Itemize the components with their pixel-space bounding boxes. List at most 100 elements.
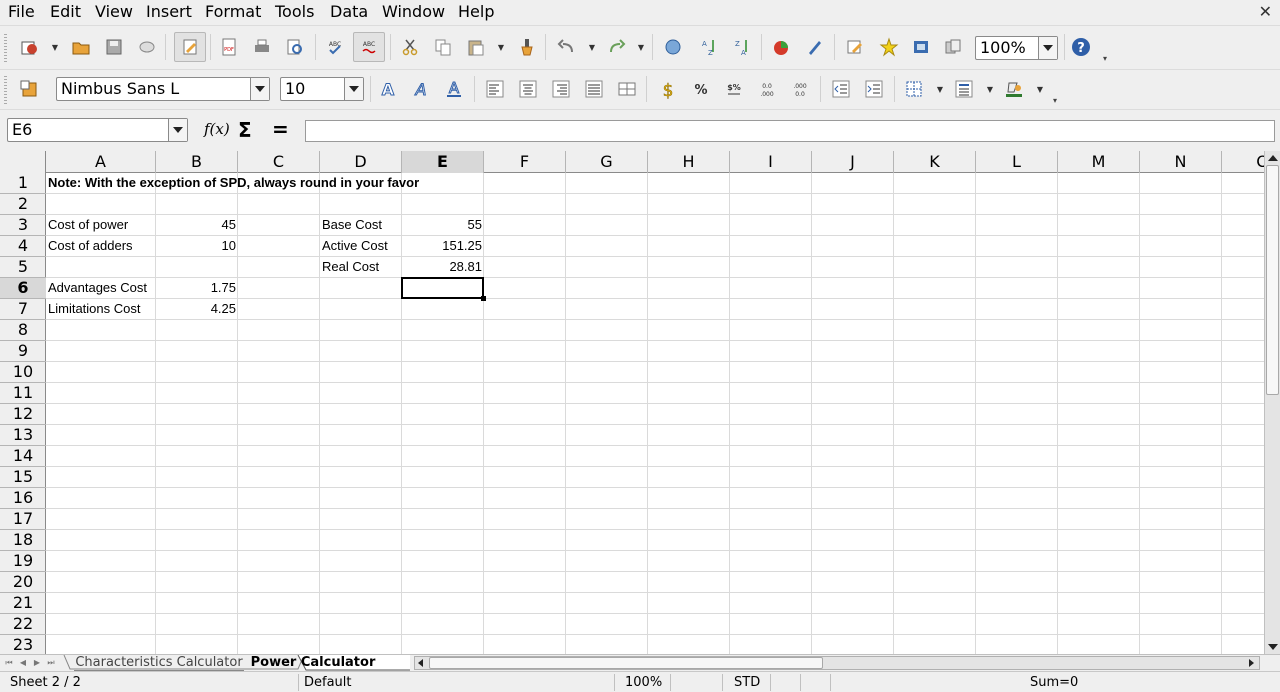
scroll-left-arrow-icon[interactable] <box>418 659 423 667</box>
previous-sheet-icon[interactable]: ◀ <box>18 658 28 668</box>
page-preview-icon[interactable] <box>282 34 308 60</box>
align-left-icon[interactable] <box>482 76 508 102</box>
column-header-h[interactable]: H <box>648 151 730 173</box>
row-header-23[interactable]: 23 <box>0 635 46 654</box>
background-color-icon[interactable] <box>1001 76 1027 102</box>
scroll-down-arrow-icon[interactable] <box>1268 644 1278 650</box>
cell-d3[interactable]: Base Cost <box>320 215 382 235</box>
cell-b3[interactable]: 45 <box>156 215 238 235</box>
edit-file-icon[interactable] <box>174 32 206 62</box>
cell-a7[interactable]: Limitations Cost <box>46 299 140 319</box>
justify-icon[interactable] <box>581 76 607 102</box>
row-header-6[interactable]: 6 <box>0 278 46 299</box>
column-header-a[interactable]: A <box>46 151 156 173</box>
last-sheet-icon[interactable]: ⏭ <box>46 658 56 668</box>
row-header-22[interactable]: 22 <box>0 614 46 635</box>
undo-icon[interactable] <box>554 34 580 60</box>
cell-e3[interactable]: 55 <box>402 215 484 235</box>
formula-input[interactable] <box>305 120 1275 142</box>
close-document-icon[interactable]: ✕ <box>1259 2 1272 21</box>
column-header-n[interactable]: N <box>1140 151 1222 173</box>
active-cell-cursor[interactable] <box>401 277 486 301</box>
row-header-13[interactable]: 13 <box>0 425 46 446</box>
vertical-scrollbar-thumb[interactable] <box>1266 165 1279 395</box>
new-dropdown-icon[interactable]: ▼ <box>50 34 60 60</box>
spellcheck-icon[interactable]: ABC <box>322 34 348 60</box>
help-icon[interactable]: ? <box>1068 34 1094 60</box>
row-header-10[interactable]: 10 <box>0 362 46 383</box>
autospellcheck-icon[interactable]: ABC <box>353 32 385 62</box>
show-draw-functions-icon[interactable] <box>802 34 828 60</box>
redo-icon[interactable] <box>603 34 629 60</box>
borders-icon[interactable] <box>901 76 927 102</box>
row-header-9[interactable]: 9 <box>0 341 46 362</box>
toolbar-grip[interactable] <box>4 76 7 104</box>
toolbar-options-icon[interactable]: ▾ <box>1103 54 1111 68</box>
scroll-right-arrow-icon[interactable] <box>1249 659 1254 667</box>
cell-a1[interactable]: Note: With the exception of SPD, always … <box>46 173 419 193</box>
menu-view[interactable]: View <box>95 3 133 21</box>
menu-file[interactable]: File <box>8 3 35 21</box>
styles-formatting-icon[interactable] <box>16 76 42 102</box>
row-header-8[interactable]: 8 <box>0 320 46 341</box>
zoom-dropdown-arrow-icon[interactable] <box>1038 37 1057 59</box>
next-sheet-icon[interactable]: ▶ <box>32 658 42 668</box>
cell-d4[interactable]: Active Cost <box>320 236 388 256</box>
cell-b6[interactable]: 1.75 <box>156 278 238 298</box>
hyperlink-icon[interactable] <box>660 34 686 60</box>
menu-window[interactable]: Window <box>382 3 445 21</box>
name-box[interactable]: E6 <box>7 118 188 142</box>
decrease-indent-icon[interactable] <box>828 76 854 102</box>
toolbar-grip[interactable] <box>4 34 7 62</box>
background-color-dropdown-icon[interactable]: ▼ <box>1035 76 1045 102</box>
column-header-c[interactable]: C <box>238 151 320 173</box>
vertical-scrollbar[interactable] <box>1264 151 1280 654</box>
column-header-j[interactable]: J <box>812 151 894 173</box>
undo-dropdown-icon[interactable]: ▼ <box>587 34 597 60</box>
redo-dropdown-icon[interactable]: ▼ <box>636 34 646 60</box>
status-zoom[interactable]: 100% <box>625 675 662 691</box>
add-decimal-icon[interactable]: 0.0.000 <box>754 76 780 102</box>
cell-b4[interactable]: 10 <box>156 236 238 256</box>
column-header-f[interactable]: F <box>484 151 566 173</box>
cell-e4[interactable]: 151.25 <box>402 236 484 256</box>
row-header-18[interactable]: 18 <box>0 530 46 551</box>
align-right-icon[interactable] <box>548 76 574 102</box>
function-wizard-icon[interactable]: f(x) <box>204 120 230 138</box>
form-design-icon[interactable] <box>842 34 868 60</box>
percent-format-icon[interactable]: % <box>688 76 714 102</box>
menu-insert[interactable]: Insert <box>146 3 192 21</box>
column-header-e[interactable]: E <box>402 151 484 173</box>
row-header-20[interactable]: 20 <box>0 572 46 593</box>
cell-e5[interactable]: 28.81 <box>402 257 484 277</box>
horizontal-scrollbar[interactable] <box>414 656 1260 670</box>
name-box-dropdown-arrow-icon[interactable] <box>168 119 187 141</box>
select-all-corner[interactable] <box>0 151 46 173</box>
cell-a4[interactable]: Cost of adders <box>46 236 133 256</box>
row-header-21[interactable]: 21 <box>0 593 46 614</box>
row-header-12[interactable]: 12 <box>0 404 46 425</box>
horizontal-scrollbar-thumb[interactable] <box>429 657 823 669</box>
standard-number-format-icon[interactable]: $% <box>721 76 747 102</box>
row-header-16[interactable]: 16 <box>0 488 46 509</box>
merge-cells-icon[interactable] <box>614 76 640 102</box>
menu-format[interactable]: Format <box>205 3 261 21</box>
row-header-2[interactable]: 2 <box>0 194 46 215</box>
cell-a3[interactable]: Cost of power <box>46 215 128 235</box>
row-header-5[interactable]: 5 <box>0 257 46 278</box>
gallery-icon[interactable] <box>908 34 934 60</box>
row-header-4[interactable]: 4 <box>0 236 46 257</box>
row-header-3[interactable]: 3 <box>0 215 46 236</box>
font-name-combobox[interactable]: Nimbus Sans L <box>56 77 270 101</box>
increase-indent-icon[interactable] <box>861 76 887 102</box>
row-header-7[interactable]: 7 <box>0 299 46 320</box>
new-document-icon[interactable] <box>16 34 42 60</box>
borders-dropdown-icon[interactable]: ▼ <box>935 76 945 102</box>
toolbar-options-icon[interactable]: ▾ <box>1053 96 1061 110</box>
status-page-style[interactable]: Default <box>304 675 352 691</box>
row-header-1[interactable]: 1 <box>0 173 46 194</box>
navigator-icon[interactable] <box>876 34 902 60</box>
row-header-11[interactable]: 11 <box>0 383 46 404</box>
underline-icon[interactable]: A <box>441 76 467 102</box>
data-sources-icon[interactable] <box>940 34 966 60</box>
